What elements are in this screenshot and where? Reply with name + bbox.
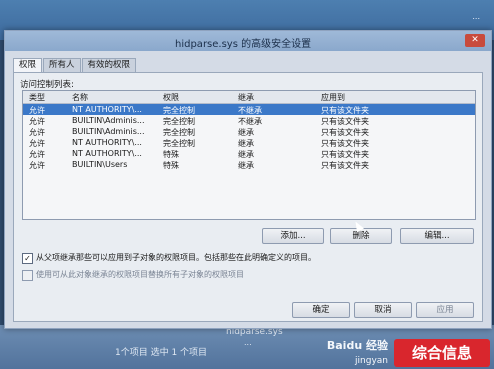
cell-type: 允许 [29, 161, 45, 170]
replace-checkbox-label: 使用可从此对象继承的权限项目替换所有子对象的权限项目 [36, 270, 244, 279]
cell-name: BUILTIN\Adminis... [72, 127, 145, 136]
brand-watermark: 综合信息 [394, 339, 490, 367]
cell-name: NT AUTHORITY\... [72, 138, 142, 147]
status-text: 1个项目 选中 1 个项目 [115, 348, 208, 358]
title-bar[interactable]: hidparse.sys 的高级安全设置 ✕ [5, 31, 491, 51]
column-header-apply-to[interactable]: 应用到 [321, 92, 345, 103]
table-row[interactable]: 允许 BUILTIN\Adminis... 完全控制 继承 只有该文件夹 [23, 126, 475, 137]
cell-name: NT AUTHORITY\... [72, 149, 142, 158]
list-header: 类型 名称 权限 继承 应用到 [23, 91, 475, 104]
advanced-security-dialog: hidparse.sys 的高级安全设置 ✕ 权限 所有人 有效的权限 访问控制… [4, 30, 492, 329]
remove-button[interactable]: 删除 [330, 228, 392, 244]
column-header-permission[interactable]: 权限 [163, 92, 179, 103]
column-header-inherit[interactable]: 继承 [238, 92, 254, 103]
cell-apply-to: 只有该文件夹 [321, 161, 369, 170]
permissions-panel: 访问控制列表: 类型 名称 权限 继承 应用到 允许 NT AUTHORITY\… [13, 72, 483, 322]
file-detail: ... [244, 338, 252, 347]
tab-effective-permissions[interactable]: 有效的权限 [81, 58, 137, 72]
cancel-button[interactable]: 取消 [354, 302, 412, 318]
add-button[interactable]: 添加... [262, 228, 324, 244]
tab-permissions[interactable]: 权限 [13, 58, 43, 73]
ok-button[interactable]: 确定 [292, 302, 350, 318]
cell-inherit: 继承 [238, 161, 254, 170]
edit-button[interactable]: 编辑... [400, 228, 474, 244]
column-header-type[interactable]: 类型 [29, 92, 45, 103]
tab-strip: 权限 所有人 有效的权限 [13, 58, 137, 73]
table-row[interactable]: 允许 BUILTIN\Adminis... 完全控制 不继承 只有该文件夹 [23, 115, 475, 126]
window-title: hidparse.sys 的高级安全设置 [175, 39, 312, 50]
table-row[interactable]: 允许 NT AUTHORITY\... 完全控制 继承 只有该文件夹 [23, 137, 475, 148]
baidu-watermark-sub: jingyan [355, 356, 388, 366]
acl-label: 访问控制列表: [20, 80, 74, 90]
inherit-checkbox-label: 从父项继承那些可以应用到子对象的权限项目。包括那些在此明确定义的项目。 [36, 253, 316, 262]
column-header-name[interactable]: 名称 [72, 92, 88, 103]
cell-name: NT AUTHORITY\... [72, 105, 142, 114]
corner-text: ... [472, 12, 480, 21]
replace-checkbox[interactable] [22, 270, 33, 281]
inherit-checkbox[interactable]: ✓ [22, 253, 33, 264]
close-button[interactable]: ✕ [465, 34, 485, 47]
table-row[interactable]: 允许 NT AUTHORITY\... 完全控制 不继承 只有该文件夹 [23, 104, 475, 115]
cell-name: BUILTIN\Users [72, 160, 128, 169]
cell-permission: 特殊 [163, 161, 179, 170]
table-row[interactable]: 允许 NT AUTHORITY\... 特殊 继承 只有该文件夹 [23, 148, 475, 159]
apply-button[interactable]: 应用 [416, 302, 474, 318]
tab-owner[interactable]: 所有人 [43, 58, 81, 72]
permission-list[interactable]: 类型 名称 权限 继承 应用到 允许 NT AUTHORITY\... 完全控制… [22, 90, 476, 220]
cell-name: BUILTIN\Adminis... [72, 116, 145, 125]
baidu-watermark: Baidu 经验 [326, 339, 388, 352]
table-row[interactable]: 允许 BUILTIN\Users 特殊 继承 只有该文件夹 [23, 159, 475, 170]
